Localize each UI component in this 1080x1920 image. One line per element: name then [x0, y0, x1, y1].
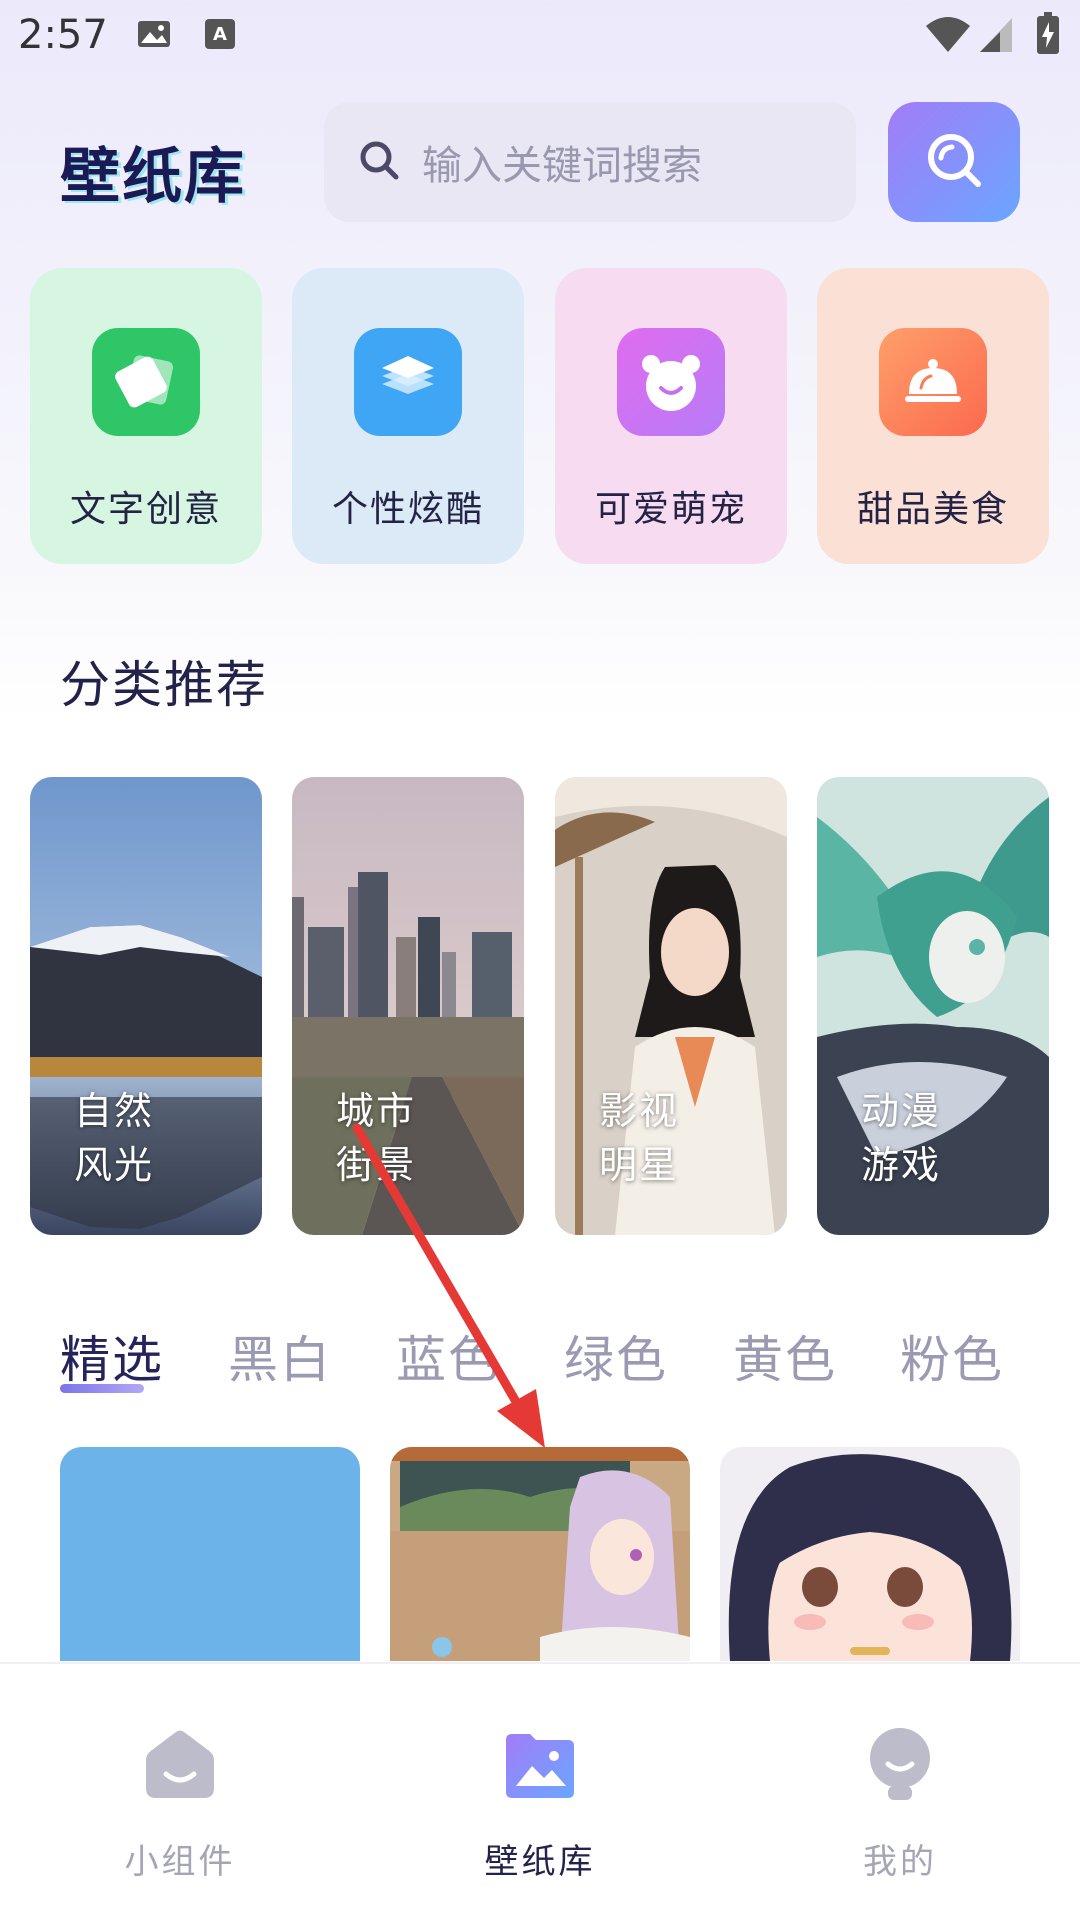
wifi-icon [924, 14, 972, 58]
category-label-line: 街景 [336, 1143, 417, 1187]
wallpaper-thumbnail[interactable] [390, 1447, 690, 1661]
search-icon [924, 130, 984, 194]
tab-yellow[interactable]: 黄色 [733, 1320, 837, 1392]
search-button[interactable] [888, 102, 1020, 222]
svg-text:A: A [213, 24, 227, 45]
quick-category-text-creative[interactable]: 文字创意 [30, 268, 262, 564]
cards-icon [92, 328, 200, 436]
wallpaper-thumbnail[interactable] [720, 1447, 1020, 1661]
category-label-line: 城市 [336, 1089, 417, 1133]
category-label: 自然 风光 [74, 1084, 154, 1192]
anime-girl-dark-hair-image [720, 1447, 1020, 1661]
gallery-icon [500, 1724, 580, 1808]
category-label-line: 游戏 [861, 1143, 942, 1187]
category-card-city[interactable]: 城市 街景 [292, 777, 524, 1235]
nav-label: 我的 [863, 1842, 937, 1882]
signal-icon [978, 14, 1014, 58]
quick-category-cute-pets[interactable]: 可爱萌宠 [555, 268, 787, 564]
nav-label: 壁纸库 [484, 1842, 596, 1882]
category-card-film-stars[interactable]: 影视 明星 [555, 777, 787, 1235]
tab-pink[interactable]: 粉色 [900, 1320, 1004, 1392]
status-time: 2:57 [18, 12, 108, 58]
home-icon [140, 1724, 220, 1808]
layers-icon [354, 328, 462, 436]
quick-category-label: 甜品美食 [856, 489, 1009, 530]
image-icon [136, 16, 172, 56]
quick-category-label: 可爱萌宠 [594, 489, 747, 530]
nav-profile[interactable]: 我的 [790, 1664, 1010, 1920]
wallpaper-thumbnail[interactable] [60, 1447, 360, 1661]
nav-wallpaper-library[interactable]: 壁纸库 [430, 1664, 650, 1920]
nav-label: 小组件 [124, 1842, 236, 1882]
search-icon [358, 139, 400, 185]
tab-black-white[interactable]: 黑白 [228, 1320, 332, 1392]
quick-category-desserts[interactable]: 甜品美食 [817, 268, 1049, 564]
category-label: 城市 街景 [336, 1084, 416, 1192]
tab-blue[interactable]: 蓝色 [396, 1320, 500, 1392]
search-input[interactable]: 输入关键词搜索 [324, 102, 856, 222]
anime-girl-wallpaper-image [390, 1447, 690, 1661]
tab-featured[interactable]: 精选 [60, 1320, 164, 1392]
category-label-line: 影视 [599, 1089, 680, 1133]
keyboard-a-icon: A [204, 16, 236, 56]
quick-category-personality[interactable]: 个性炫酷 [292, 268, 524, 564]
tab-green[interactable]: 绿色 [564, 1320, 668, 1392]
category-card-nature[interactable]: 自然 风光 [30, 777, 262, 1235]
status-bar: 2:57 A [0, 0, 1080, 72]
category-card-anime-games[interactable]: 动漫 游戏 [817, 777, 1049, 1235]
profile-icon [860, 1724, 940, 1808]
cloche-icon [879, 328, 987, 436]
tab-active-indicator [60, 1384, 144, 1393]
category-label: 影视 明星 [599, 1084, 679, 1192]
category-label: 动漫 游戏 [861, 1084, 941, 1192]
battery-charging-icon [1036, 12, 1060, 60]
section-title: 分类推荐 [60, 656, 268, 714]
bear-icon [617, 328, 725, 436]
search-placeholder: 输入关键词搜索 [422, 143, 702, 189]
category-label-line: 明星 [599, 1143, 680, 1187]
category-label-line: 风光 [74, 1143, 155, 1187]
category-label-line: 动漫 [861, 1089, 942, 1133]
category-label-line: 自然 [74, 1089, 155, 1133]
app-logo: 壁纸库 [60, 142, 246, 212]
quick-category-label: 个性炫酷 [331, 489, 484, 530]
bottom-navigation: 小组件 壁纸库 我的 [0, 1662, 1080, 1920]
nav-widgets[interactable]: 小组件 [70, 1664, 290, 1920]
quick-category-label: 文字创意 [69, 489, 222, 530]
